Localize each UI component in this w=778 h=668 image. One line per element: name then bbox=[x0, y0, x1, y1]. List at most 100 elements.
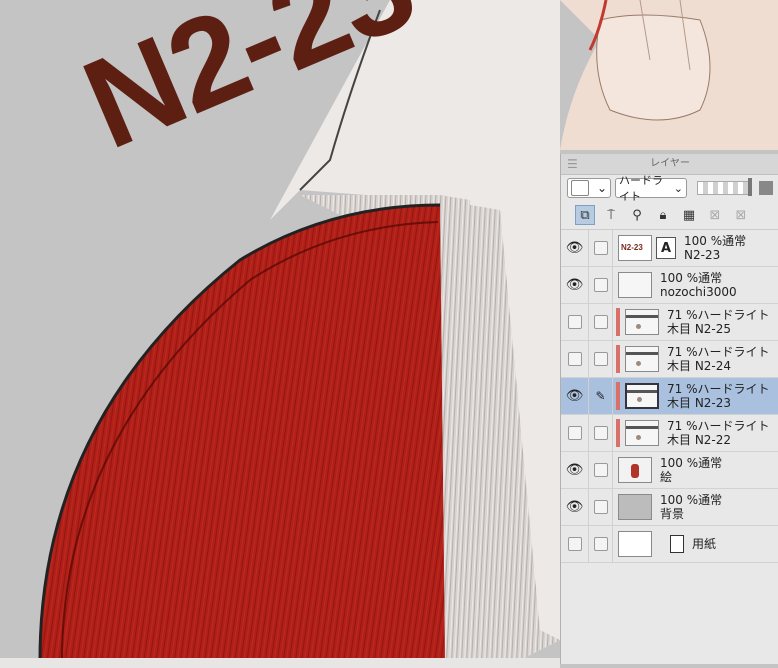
layer-row[interactable]: 71 %ハードライト 木目 N2-25 bbox=[561, 304, 778, 341]
layer-thumbnail bbox=[625, 420, 659, 446]
layer-name: N2-23 bbox=[684, 248, 721, 262]
layer-opacity-mode: 100 %通常 bbox=[660, 493, 723, 507]
eye-icon[interactable]: 👁︎ bbox=[561, 452, 589, 488]
layer-row[interactable]: 用紙 bbox=[561, 526, 778, 563]
layer-thumbnail bbox=[618, 531, 652, 557]
layer-info: 71 %ハードライト 木目 N2-25 bbox=[667, 308, 770, 336]
layer-thumbnail bbox=[618, 272, 652, 298]
lock-checkbox[interactable] bbox=[593, 500, 608, 514]
pen-icon: ✎ bbox=[595, 389, 606, 403]
layer-opacity-mode: 71 %ハードライト bbox=[667, 345, 770, 359]
layer-info: 100 %通常 nozochi3000 bbox=[660, 271, 737, 299]
visibility-box bbox=[567, 352, 582, 366]
lock-checkbox[interactable] bbox=[593, 352, 608, 366]
transparency-lock-icon[interactable]: ▦ bbox=[679, 205, 699, 225]
visibility-checkbox[interactable] bbox=[561, 304, 589, 340]
lock-checkbox[interactable] bbox=[593, 241, 608, 255]
layer-name: 背景 bbox=[660, 507, 685, 521]
layer-row[interactable]: 71 %ハードライト 木目 N2-22 bbox=[561, 415, 778, 452]
clip-indicator bbox=[616, 308, 620, 336]
layer-info: 71 %ハードライト 木目 N2-23 bbox=[667, 382, 770, 410]
layer-thumbnail bbox=[625, 346, 659, 372]
layer-name: 木目 N2-25 bbox=[667, 322, 732, 336]
layer-row[interactable]: 71 %ハードライト 木目 N2-24 bbox=[561, 341, 778, 378]
expression-color-select[interactable]: ⌄ bbox=[567, 178, 611, 198]
lock-cell bbox=[589, 489, 613, 525]
layer-opacity-mode: 100 %通常 bbox=[684, 234, 747, 248]
layer-thumbnail bbox=[625, 309, 659, 335]
layer-new-icon[interactable]: ⧉ bbox=[575, 205, 595, 225]
layer-panel-title: レイヤー bbox=[650, 158, 690, 169]
layer-row[interactable]: 👁︎ 100 %通常 背景 bbox=[561, 489, 778, 526]
lock-checkbox[interactable] bbox=[593, 315, 608, 329]
layer-name: 絵 bbox=[660, 470, 673, 484]
lock-cell bbox=[589, 304, 613, 340]
reference-icon[interactable]: ⚲ bbox=[627, 205, 647, 225]
clipping-icon[interactable]: ⍑ bbox=[601, 205, 621, 225]
delete-icon[interactable]: ⊠ bbox=[731, 205, 751, 225]
layer-name: 木目 N2-23 bbox=[667, 396, 732, 410]
layer-toolbar: ⧉ ⍑ ⚲ 🔒︎ ▦ ⊠ ⊠ bbox=[561, 201, 778, 230]
layer-info: 用紙 bbox=[692, 537, 716, 551]
lock-cell: ✎ bbox=[589, 378, 613, 414]
lock-icon[interactable]: 🔒︎ bbox=[653, 205, 673, 225]
eye-icon[interactable]: 👁︎ bbox=[561, 489, 589, 525]
layer-opacity-mode: 71 %ハードライト bbox=[667, 308, 770, 322]
visibility-checkbox[interactable] bbox=[561, 415, 589, 451]
blend-mode-value: ハードライト bbox=[619, 174, 663, 203]
visibility-box bbox=[567, 537, 582, 551]
layer-row[interactable]: 👁︎ N2-23 A 100 %通常 N2-23 bbox=[561, 230, 778, 267]
opacity-slider-handle[interactable] bbox=[748, 178, 752, 196]
eye-icon[interactable]: 👁︎ bbox=[561, 378, 589, 414]
layer-row[interactable]: 👁︎ 100 %通常 絵 bbox=[561, 452, 778, 489]
chevron-down-icon: ⌄ bbox=[596, 181, 607, 195]
clip-indicator bbox=[616, 419, 620, 447]
layer-property-bar: ⌄ ハードライト ⌄ bbox=[561, 174, 778, 203]
opacity-value-box[interactable] bbox=[759, 181, 773, 195]
lock-checkbox[interactable] bbox=[593, 463, 608, 477]
layer-row-selected[interactable]: 👁︎ ✎ 71 %ハードライト 木目 N2-23 bbox=[561, 378, 778, 415]
layer-name: 木目 N2-22 bbox=[667, 433, 732, 447]
layer-info: 71 %ハードライト 木目 N2-22 bbox=[667, 419, 770, 447]
eye-icon[interactable]: 👁︎ bbox=[561, 230, 589, 266]
blend-mode-select[interactable]: ハードライト ⌄ bbox=[615, 174, 687, 203]
layer-opacity-mode: 100 %通常 bbox=[660, 271, 723, 285]
mask-icon[interactable]: ⊠ bbox=[705, 205, 725, 225]
visibility-checkbox[interactable] bbox=[561, 526, 589, 562]
opacity-slider[interactable] bbox=[697, 178, 752, 196]
lock-cell bbox=[589, 452, 613, 488]
paper-icon bbox=[670, 535, 684, 553]
layer-panel: ☰ レイヤー ⌄ ハードライト ⌄ ⧉ ⍑ ⚲ 🔒︎ ▦ ⊠ ⊠ 👁︎ N2-2… bbox=[560, 154, 778, 664]
layer-opacity-mode: 71 %ハードライト bbox=[667, 382, 770, 396]
layer-thumbnail bbox=[618, 494, 652, 520]
layer-info: 100 %通常 絵 bbox=[660, 456, 722, 484]
lock-checkbox[interactable] bbox=[593, 426, 608, 440]
color-swatch bbox=[571, 180, 589, 196]
layer-info: 100 %通常 N2-23 bbox=[684, 234, 746, 262]
layer-panel-header: ☰ レイヤー bbox=[561, 154, 778, 175]
lock-cell bbox=[589, 341, 613, 377]
layer-row[interactable]: 👁︎ 100 %通常 nozochi3000 bbox=[561, 267, 778, 304]
lock-cell bbox=[589, 526, 613, 562]
menu-icon[interactable]: ☰ bbox=[567, 154, 578, 174]
lock-cell bbox=[589, 267, 613, 303]
lock-cell bbox=[589, 230, 613, 266]
layer-name: nozochi3000 bbox=[660, 285, 737, 299]
layer-info: 100 %通常 背景 bbox=[660, 493, 722, 521]
layer-thumbnail bbox=[625, 383, 659, 409]
layer-name: 木目 N2-24 bbox=[667, 359, 732, 373]
lock-cell bbox=[589, 415, 613, 451]
lock-checkbox[interactable] bbox=[593, 537, 608, 551]
layer-name: 用紙 bbox=[692, 537, 717, 551]
text-layer-icon: A bbox=[656, 237, 676, 259]
eye-icon[interactable]: 👁︎ bbox=[561, 267, 589, 303]
thumb-text: N2-23 bbox=[621, 243, 643, 252]
layer-opacity-mode: 100 %通常 bbox=[660, 456, 723, 470]
layer-thumbnail bbox=[618, 457, 652, 483]
layer-thumbnail: N2-23 bbox=[618, 235, 652, 261]
chevron-down-icon: ⌄ bbox=[673, 181, 683, 195]
lock-checkbox[interactable] bbox=[593, 278, 608, 292]
visibility-checkbox[interactable] bbox=[561, 341, 589, 377]
visibility-box bbox=[567, 315, 582, 329]
layer-opacity-mode: 71 %ハードライト bbox=[667, 419, 770, 433]
